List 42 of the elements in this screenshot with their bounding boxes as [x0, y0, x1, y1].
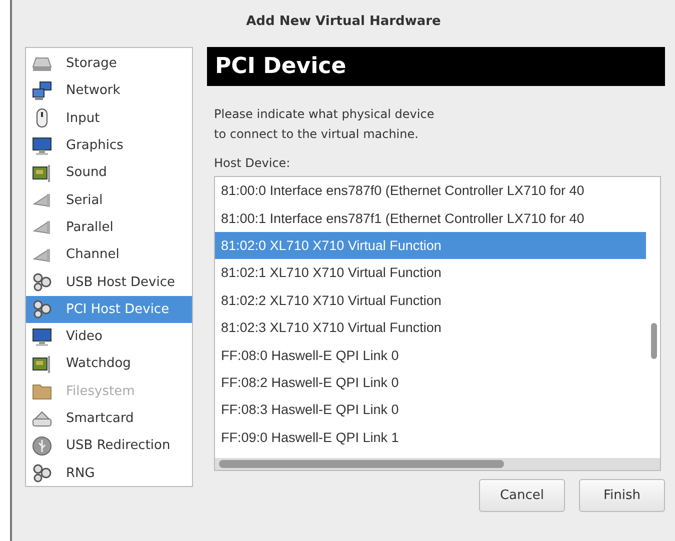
- gears-icon: [32, 463, 52, 484]
- sidebar-item[interactable]: Channel: [26, 241, 192, 268]
- device-row[interactable]: FF:08:2 Haswell-E QPI Link 0: [215, 368, 646, 396]
- gears-icon: [32, 299, 52, 320]
- card-reader-icon: [32, 408, 52, 428]
- sidebar-item[interactable]: Sound: [26, 159, 192, 186]
- device-row[interactable]: 81:02:3 XL710 X710 Virtual Function: [215, 314, 646, 342]
- device-row[interactable]: 81:00:0 Interface ens787f0 (Ethernet Controller LX710 for 40: [215, 177, 646, 204]
- sidebar-item[interactable]: Network: [26, 77, 192, 105]
- field-label: Host Device:: [214, 156, 292, 170]
- gears-icon: [32, 272, 52, 292]
- device-row[interactable]: FF:09:0 Haswell-E QPI Link 1: [215, 424, 646, 451]
- sidebar-item[interactable]: Storage: [26, 50, 192, 78]
- network-icon: [32, 80, 52, 101]
- sidebar-item[interactable]: USB Host Device: [26, 268, 192, 296]
- device-row[interactable]: 81:02:1 XL710 X710 Virtual Function: [215, 259, 646, 287]
- window-title: Add New Virtual Hardware: [245, 13, 442, 31]
- usb-icon: [32, 436, 52, 456]
- scrollbar-thumb[interactable]: [651, 323, 657, 359]
- monitor-icon: [32, 326, 52, 347]
- sidebar-item[interactable]: Graphics: [26, 132, 192, 160]
- sidebar-item[interactable]: RNG: [26, 459, 192, 487]
- monitor-icon: [32, 136, 52, 156]
- circuit-card-icon: [32, 354, 52, 374]
- device-row[interactable]: 81:00:1 Interface ens787f1 (Ethernet Controller LX710 for 40: [215, 204, 646, 232]
- sidebar-item[interactable]: Video: [26, 322, 192, 350]
- scrollbar-thumb[interactable]: [219, 460, 504, 468]
- sidebar-item[interactable]: Serial: [26, 186, 192, 214]
- device-row[interactable]: FF:08:0 Haswell-E QPI Link 0: [215, 341, 646, 369]
- page-heading: PCI Device: [207, 47, 665, 86]
- circuit-card-icon: [32, 162, 52, 183]
- device-row[interactable]: 81:02:2 XL710 X710 Virtual Function: [215, 286, 646, 314]
- dialog-button[interactable]: Finish: [579, 479, 665, 512]
- sidebar-item[interactable]: Input: [26, 104, 192, 132]
- device-row[interactable]: FF:08:3 Haswell-E QPI Link 0: [215, 396, 646, 424]
- sidebar-item[interactable]: Smartcard: [26, 404, 192, 432]
- sidebar-item[interactable]: USB Redirection: [26, 432, 192, 460]
- dialog-button[interactable]: Cancel: [479, 479, 565, 512]
- description-text: Please indicate what physical device to connect to the virtual machine.: [214, 106, 436, 143]
- host-device-list[interactable]: [214, 176, 661, 471]
- sidebar-item[interactable]: Watchdog: [26, 350, 192, 378]
- sidebar-item[interactable]: Parallel: [26, 214, 192, 242]
